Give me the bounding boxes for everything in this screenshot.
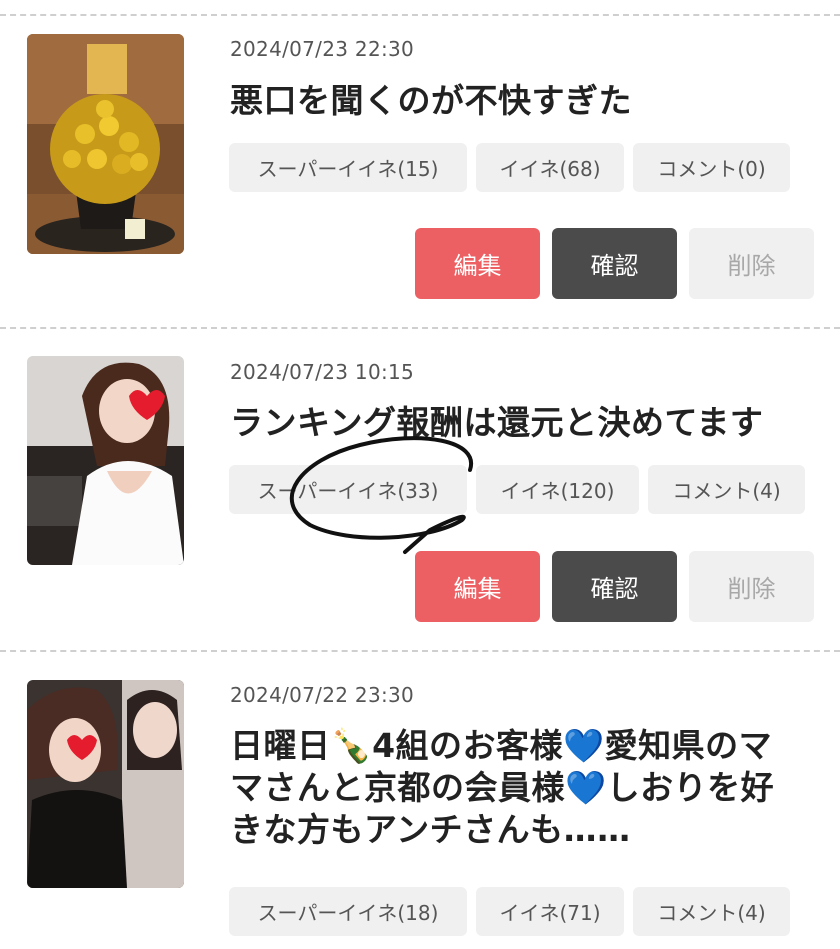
sunflower-arrangement-image — [27, 34, 184, 254]
post-date: 2024/07/22 23:30 — [230, 683, 415, 707]
post-date: 2024/07/23 22:30 — [230, 37, 415, 61]
divider — [0, 650, 840, 652]
like-chip[interactable]: イイネ(68) — [476, 143, 624, 192]
super-like-chip[interactable]: スーパーイイネ(18) — [229, 887, 467, 936]
confirm-button[interactable]: 確認 — [552, 228, 677, 299]
like-chip[interactable]: イイネ(120) — [476, 465, 639, 514]
super-like-chip[interactable]: スーパーイイネ(33) — [229, 465, 467, 514]
post-title-line: マさんと京都の会員様💙しおりを好 — [230, 768, 775, 808]
divider — [0, 14, 840, 16]
post-thumbnail[interactable] — [27, 680, 184, 888]
post-title[interactable]: 悪口を聞くのが不快すぎた — [230, 80, 830, 122]
post-thumbnail[interactable] — [27, 356, 184, 565]
divider — [0, 327, 840, 329]
post-thumbnail[interactable] — [27, 34, 184, 254]
post-title[interactable]: ランキング報酬は還元と決めてます — [230, 402, 830, 444]
edit-button[interactable]: 編集 — [415, 551, 540, 622]
group-photo-image — [27, 680, 184, 888]
confirm-button[interactable]: 確認 — [552, 551, 677, 622]
post-title-line: きな方もアンチさんも…… — [230, 810, 631, 850]
delete-button[interactable]: 削除 — [689, 228, 814, 299]
super-like-chip[interactable]: スーパーイイネ(15) — [229, 143, 467, 192]
post-title[interactable]: 日曜日🍾4組のお客様💙愛知県のマ マさんと京都の会員様💙しおりを好 きな方もアン… — [230, 725, 830, 852]
edit-button[interactable]: 編集 — [415, 228, 540, 299]
comment-chip[interactable]: コメント(4) — [633, 887, 790, 936]
comment-chip[interactable]: コメント(4) — [648, 465, 805, 514]
post-date: 2024/07/23 10:15 — [230, 360, 415, 384]
portrait-photo-image — [27, 356, 184, 565]
post-title-line: 日曜日🍾4組のお客様💙愛知県のマ — [230, 726, 773, 765]
delete-button[interactable]: 削除 — [689, 551, 814, 622]
like-chip[interactable]: イイネ(71) — [476, 887, 624, 936]
comment-chip[interactable]: コメント(0) — [633, 143, 790, 192]
